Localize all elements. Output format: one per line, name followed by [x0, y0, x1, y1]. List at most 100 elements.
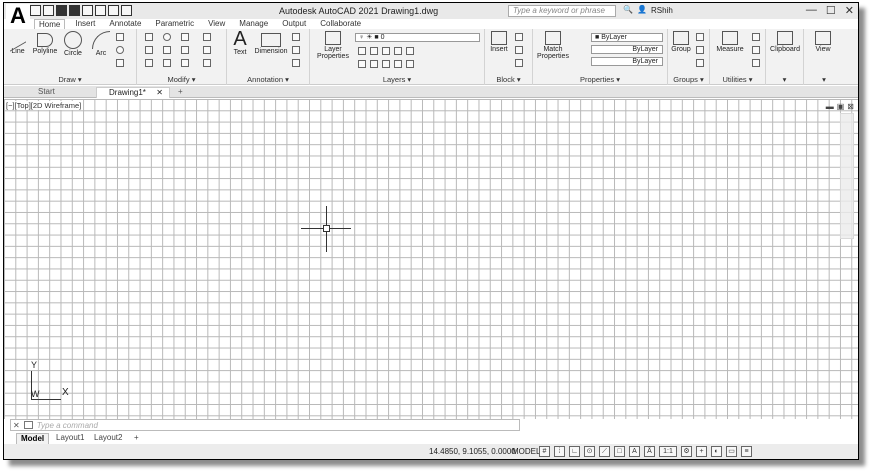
trim-icon[interactable]	[181, 33, 189, 41]
offset-icon[interactable]	[203, 59, 211, 67]
linear-dim-icon[interactable]	[292, 33, 300, 41]
tab-insert[interactable]: Insert	[71, 19, 99, 29]
layers-panel-title[interactable]: Layers ▾	[310, 75, 484, 84]
layer-unlock-icon[interactable]	[394, 60, 402, 68]
array-icon[interactable]	[181, 59, 189, 67]
groups-panel-title[interactable]: Groups ▾	[668, 75, 709, 84]
dimension-tool[interactable]: Dimension	[253, 33, 289, 55]
tab-start[interactable]: Start	[26, 87, 96, 98]
match-properties-tool[interactable]: Match Properties	[535, 31, 571, 60]
line-tool[interactable]: Line	[7, 28, 29, 55]
group-tool[interactable]: Group	[670, 31, 692, 53]
tab-home[interactable]: Home	[34, 19, 66, 29]
search-input[interactable]: Type a keyword or phrase	[508, 5, 616, 17]
snap-icon[interactable]: ⁞	[554, 446, 565, 457]
coordinates-readout[interactable]: 14.4850, 9.1055, 0.0000	[429, 447, 516, 456]
command-customize-icon[interactable]	[23, 421, 33, 429]
tab-annotate[interactable]: Annotate	[105, 19, 145, 29]
close-tab-icon[interactable]: ✕	[156, 88, 163, 98]
minimize-icon[interactable]: —	[806, 4, 817, 17]
command-input[interactable]: Type a command	[37, 421, 98, 430]
viewport-controls[interactable]: [−][Top][2D Wireframe]	[6, 101, 82, 110]
ortho-icon[interactable]: ∟	[569, 446, 580, 457]
edit-block-icon[interactable]	[515, 46, 523, 54]
isolate-objects-icon[interactable]: ◐	[711, 446, 722, 457]
layer-off-icon[interactable]	[358, 47, 366, 55]
viewport-restore-icon[interactable]: ▣	[837, 102, 845, 111]
ungroup-icon[interactable]	[696, 33, 704, 41]
circle-tool[interactable]: Circle	[62, 31, 84, 57]
erase-icon[interactable]	[203, 33, 211, 41]
layer-match-icon[interactable]	[406, 47, 414, 55]
save-icon[interactable]	[56, 5, 67, 16]
view-tool[interactable]: View	[810, 31, 836, 53]
view-dropdown[interactable]: ▾	[804, 75, 844, 84]
customization-menu-icon[interactable]: ≡	[741, 446, 752, 457]
object-snap-icon[interactable]: □	[614, 446, 625, 457]
stretch-icon[interactable]	[145, 59, 153, 67]
tab-parametric[interactable]: Parametric	[151, 19, 198, 29]
tab-layout2[interactable]: Layout2	[90, 433, 126, 443]
group-select-icon[interactable]	[696, 59, 704, 67]
annotation-panel-title[interactable]: Annotation ▾	[227, 75, 309, 84]
id-point-icon[interactable]	[752, 33, 760, 41]
leader-icon[interactable]	[292, 46, 300, 54]
redo-icon[interactable]	[121, 5, 132, 16]
block-panel-title[interactable]: Block ▾	[485, 75, 532, 84]
tab-collaborate[interactable]: Collaborate	[316, 19, 365, 29]
user-name[interactable]: RShih	[651, 6, 673, 15]
command-close-icon[interactable]: ✕	[11, 421, 20, 430]
workspace-gear-icon[interactable]: ⚙	[681, 446, 692, 457]
rectangle-icon[interactable]	[116, 33, 124, 41]
layer-dropdown[interactable]: ♀ ☀ ■ 0	[355, 33, 480, 42]
restore-icon[interactable]: ☐	[826, 4, 836, 17]
utilities-panel-title[interactable]: Utilities ▾	[710, 75, 765, 84]
draw-panel-title[interactable]: Draw ▾	[4, 75, 136, 84]
select-all-icon[interactable]	[752, 59, 760, 67]
tab-output[interactable]: Output	[278, 19, 310, 29]
layer-lock-icon[interactable]	[394, 47, 402, 55]
explode-icon[interactable]	[203, 46, 211, 54]
isodraft-icon[interactable]: ⟋	[599, 446, 610, 457]
drawing-canvas[interactable]: [−][Top][2D Wireframe] ▬ ▣ ⊠ Y W X	[4, 99, 858, 419]
color-dropdown[interactable]: ■ ByLayer	[591, 33, 663, 42]
new-tab-button[interactable]: +	[174, 87, 183, 98]
fillet-icon[interactable]	[181, 46, 189, 54]
auto-scale-icon[interactable]: Å	[644, 446, 655, 457]
plot-icon[interactable]	[95, 5, 106, 16]
tab-layout1[interactable]: Layout1	[52, 433, 88, 443]
command-line[interactable]: ✕ Type a command	[10, 419, 520, 431]
grid-icon[interactable]: #	[539, 446, 550, 457]
scale-icon[interactable]	[163, 59, 171, 67]
clipboard-tool[interactable]: Clipboard	[767, 31, 803, 53]
layer-properties-tool[interactable]: Layer Properties	[316, 31, 350, 60]
navigation-bar[interactable]	[840, 113, 854, 239]
group-edit-icon[interactable]	[696, 46, 704, 54]
copy-icon[interactable]	[145, 46, 153, 54]
move-icon[interactable]	[145, 33, 153, 41]
layer-previous-icon[interactable]	[358, 60, 366, 68]
layer-thaw-icon[interactable]	[382, 60, 390, 68]
create-block-icon[interactable]	[515, 33, 523, 41]
quick-calc-icon[interactable]	[752, 46, 760, 54]
ellipse-icon[interactable]	[116, 46, 124, 54]
tab-drawing1[interactable]: Drawing1* ✕	[96, 87, 170, 98]
open-icon[interactable]	[43, 5, 54, 16]
model-space-button[interactable]: MODEL	[512, 447, 540, 456]
lineweight-dropdown[interactable]: ByLayer	[591, 57, 663, 66]
annotation-visibility-icon[interactable]: A	[629, 446, 640, 457]
layer-freeze-icon[interactable]	[382, 47, 390, 55]
polyline-tool[interactable]: Polyline	[31, 33, 59, 55]
make-current-icon[interactable]	[406, 60, 414, 68]
viewport-minimize-icon[interactable]: ▬	[826, 102, 834, 111]
measure-tool[interactable]: Measure	[712, 31, 748, 53]
undo-icon[interactable]	[108, 5, 119, 16]
clipboard-dropdown[interactable]: ▾	[766, 75, 803, 84]
annotation-scale[interactable]: 1:1	[659, 446, 677, 457]
linetype-dropdown[interactable]: ByLayer	[591, 45, 663, 54]
close-icon[interactable]: ✕	[845, 4, 854, 17]
app-logo[interactable]: A	[6, 4, 30, 30]
edit-attributes-icon[interactable]	[515, 59, 523, 67]
clean-screen-icon[interactable]: ▭	[726, 446, 737, 457]
mirror-icon[interactable]	[163, 46, 171, 54]
